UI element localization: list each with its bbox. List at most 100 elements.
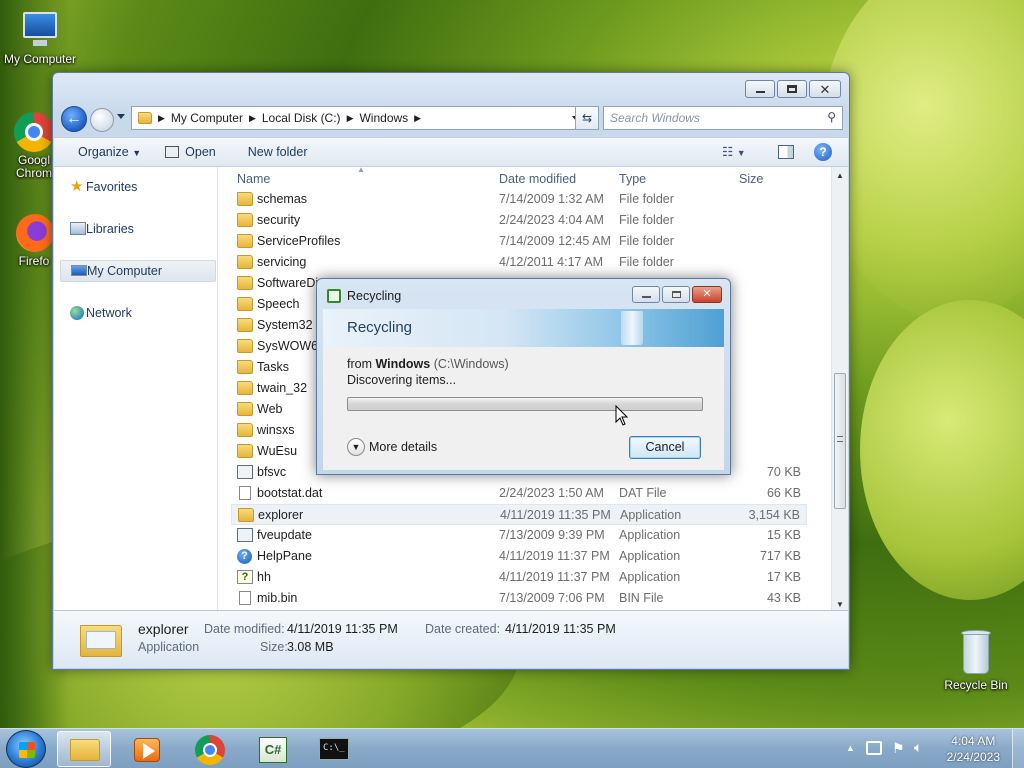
taskbar-cmd-button[interactable]: C:\_ — [307, 731, 361, 767]
file-type: Application — [619, 528, 681, 542]
file-row[interactable]: servicing 4/12/2011 4:17 AM File folder — [231, 252, 807, 273]
file-type: DAT File — [619, 486, 667, 500]
network-tray-icon[interactable] — [866, 741, 882, 755]
action-center-flag-icon[interactable]: ⚑ — [892, 740, 905, 757]
nav-item-libraries[interactable]: Libraries — [60, 218, 216, 240]
breadcrumb-my-computer[interactable]: My Computer — [171, 111, 243, 125]
maximize-button[interactable] — [777, 80, 807, 98]
file-type: Application — [620, 508, 682, 522]
view-options-button[interactable]: ☷ ▼ — [722, 144, 762, 162]
from-name: Windows — [375, 357, 431, 371]
tray-overflow-icon[interactable]: ▲ — [846, 743, 855, 753]
file-size: 66 KB — [766, 486, 801, 500]
file-icon — [239, 591, 251, 605]
column-header-name[interactable]: Name — [237, 172, 270, 186]
volume-icon[interactable]: 🔈︎ — [914, 739, 922, 756]
breadcrumb-windows[interactable]: Windows — [359, 111, 408, 125]
file-row[interactable]: mib.bin 7/13/2009 7:06 PM BIN File 43 KB — [231, 588, 807, 609]
scrollbar-thumb[interactable] — [834, 373, 846, 509]
folder-icon — [237, 213, 253, 227]
nav-item-favorites[interactable]: ★ Favorites — [60, 176, 216, 198]
scroll-up-icon[interactable]: ▲ — [836, 171, 844, 180]
file-name: mib.bin — [257, 591, 298, 605]
file-type: Application — [619, 570, 681, 584]
close-icon: ✕ — [702, 288, 712, 300]
file-name: fveupdate — [257, 528, 312, 542]
help-button[interactable]: ? — [814, 143, 832, 161]
file-name: bfsvc — [257, 465, 287, 479]
clock-date: 2/24/2023 — [946, 750, 1000, 764]
scroll-down-icon[interactable]: ▼ — [836, 600, 844, 609]
address-bar[interactable]: ▶ My Computer ▶ Local Disk (C:) ▶ Window… — [131, 106, 591, 130]
file-row[interactable]: ? HelpPane 4/11/2019 11:37 PM Application 71… — [231, 546, 807, 567]
desktop-icon-chrome[interactable]: Googl Chrom — [0, 112, 60, 180]
dialog-maximize-button[interactable] — [662, 286, 690, 303]
file-name: Web — [257, 402, 283, 416]
file-name: explorer — [258, 508, 304, 522]
file-size: 70 KB — [766, 465, 801, 479]
csharp-icon: C# — [259, 737, 287, 763]
column-header-type[interactable]: Type — [619, 172, 646, 186]
breadcrumb-separator-icon[interactable]: ▶ — [249, 113, 256, 124]
minimize-button[interactable] — [745, 80, 775, 98]
back-button[interactable]: ← — [61, 106, 87, 132]
desktop-icon-my-computer[interactable]: My Computer — [0, 10, 80, 66]
minimize-icon — [641, 296, 651, 298]
file-name: ServiceProfiles — [257, 234, 341, 248]
dialog-banner: Recycling — [323, 309, 724, 347]
open-button[interactable]: Open — [153, 140, 228, 164]
column-header-date[interactable]: Date modified — [499, 172, 576, 186]
refresh-button[interactable]: ⇆ — [575, 106, 599, 130]
taskbar-chrome-button[interactable] — [183, 731, 237, 767]
forward-button[interactable] — [90, 108, 114, 132]
search-input[interactable]: Search Windows ⚲ — [603, 106, 843, 130]
file-date: 4/12/2011 4:17 AM — [499, 255, 604, 269]
folder-icon — [237, 444, 253, 458]
more-details-button[interactable]: ▼ More details — [347, 438, 437, 456]
file-date: 2/24/2023 1:50 AM — [499, 486, 604, 500]
preview-pane-button[interactable] — [778, 145, 794, 159]
recycle-bin-icon — [959, 630, 993, 676]
cmd-icon: C:\_ — [319, 738, 349, 760]
folder-icon — [237, 423, 253, 437]
details-date-created-label: Date created: — [425, 622, 501, 636]
taskbar-csharp-button[interactable]: C# — [246, 731, 300, 767]
file-name: winsxs — [257, 423, 295, 437]
system-clock[interactable]: 4:04 AM 2/24/2023 — [947, 733, 1000, 765]
back-arrow-icon: ← — [66, 110, 82, 127]
breadcrumb-separator-icon[interactable]: ▶ — [414, 113, 421, 124]
cancel-button[interactable]: Cancel — [629, 436, 701, 459]
breadcrumb-separator-icon[interactable]: ▶ — [347, 113, 354, 124]
file-row[interactable]: bootstat.dat 2/24/2023 1:50 AM DAT File 66 … — [231, 483, 807, 504]
nav-item-my-computer[interactable]: My Computer — [60, 260, 216, 282]
new-folder-button[interactable]: New folder — [236, 140, 320, 164]
breadcrumb-local-disk[interactable]: Local Disk (C:) — [262, 111, 341, 125]
column-header-size[interactable]: Size — [739, 172, 763, 186]
library-icon — [70, 222, 86, 235]
taskbar: C# C:\_ ▲ ⚑ 🔈︎ 4:04 AM 2/24/2023 — [0, 728, 1024, 768]
file-row[interactable]: fveupdate 7/13/2009 9:39 PM Application 15 … — [231, 525, 807, 546]
history-dropdown-icon[interactable] — [117, 114, 125, 119]
show-desktop-button[interactable] — [1012, 729, 1024, 768]
start-button[interactable] — [6, 730, 46, 768]
organize-button[interactable]: Organize ▼ — [66, 140, 153, 164]
desktop-icon-firefox[interactable]: Firefo — [0, 214, 56, 268]
file-row[interactable]: security 2/24/2023 4:04 AM File folder — [231, 210, 807, 231]
dialog-close-button[interactable]: ✕ — [692, 286, 722, 303]
file-row[interactable]: schemas 7/14/2009 1:32 AM File folder — [231, 189, 807, 210]
file-row[interactable]: explorer 4/11/2019 11:35 PM Application 3,1… — [231, 504, 807, 525]
file-row[interactable]: ServiceProfiles 7/14/2009 12:45 AM File fo… — [231, 231, 807, 252]
close-button[interactable]: ✕ — [809, 80, 841, 98]
folder-icon — [237, 318, 253, 332]
desktop-icon-recycle-bin[interactable]: Recycle Bin — [936, 630, 1016, 692]
file-row[interactable]: ? hh 4/11/2019 11:37 PM Application 17 KB — [231, 567, 807, 588]
taskbar-media-player-button[interactable] — [120, 731, 174, 767]
dialog-minimize-button[interactable] — [632, 286, 660, 303]
folder-icon — [237, 297, 253, 311]
restore-icon — [787, 85, 797, 93]
computer-icon — [19, 10, 61, 50]
breadcrumb-separator-icon[interactable]: ▶ — [158, 113, 165, 124]
taskbar-explorer-button[interactable] — [57, 731, 111, 767]
nav-item-network[interactable]: Network — [60, 302, 216, 324]
vertical-scrollbar[interactable]: ▲ ▼ — [831, 167, 848, 611]
